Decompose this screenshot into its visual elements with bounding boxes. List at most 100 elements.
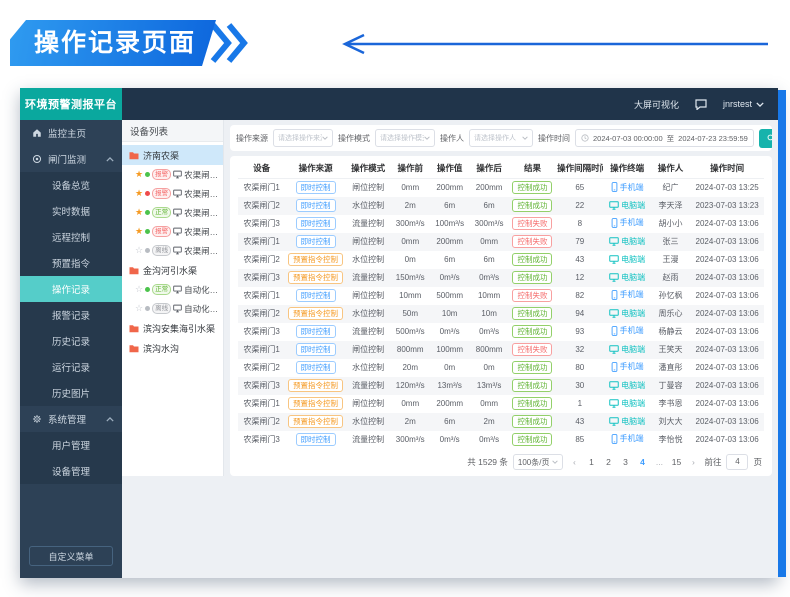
table-row[interactable]: 农渠闸门2预置指令控制水位控制2m6m2m控制成功43电脑端刘大大2024-07… <box>238 413 764 431</box>
sidebar-item-device-overview[interactable]: 设备总览 <box>20 172 122 198</box>
tree-device-auto-gate-1[interactable]: ☆正常自动化闸... <box>122 280 223 299</box>
page-4[interactable]: 4 <box>636 457 648 467</box>
user-menu[interactable]: jnrstest <box>723 99 764 109</box>
sidebar-item-remote-control[interactable]: 远程控制 <box>20 224 122 250</box>
cell-source: 即时控制 <box>285 215 345 233</box>
status-dot-gray <box>145 306 150 311</box>
table-row[interactable]: 农渠闸门1即时控制闸位控制800mm100mm800mm控制失败32电脑端王笑天… <box>238 341 764 359</box>
cell-after: 0m³/s <box>469 323 508 341</box>
terminal-label: 电脑端 <box>621 380 645 391</box>
page-3[interactable]: 3 <box>619 457 631 467</box>
page-size-select[interactable]: 100条/页 <box>513 454 564 470</box>
cell-interval: 43 <box>556 413 603 431</box>
cell-interval: 30 <box>556 377 603 395</box>
tree-group-bingou-ditch[interactable]: 滨沟水沟 <box>122 338 223 358</box>
table-row[interactable]: 农渠闸门1预置指令控制闸位控制0mm200mm0mm控制成功1电脑端李书恩202… <box>238 395 764 413</box>
page-2[interactable]: 2 <box>602 457 614 467</box>
chevron-down-icon <box>322 136 328 140</box>
cell-source: 预置指令控制 <box>285 395 345 413</box>
operator-select[interactable]: 请选择操作人 <box>469 129 533 147</box>
cell-device: 农渠闸门3 <box>238 431 285 449</box>
result-badge: 控制失败 <box>512 343 552 356</box>
sidebar-item-realtime-data[interactable]: 实时数据 <box>20 198 122 224</box>
sidebar-item-label: 实时数据 <box>52 204 90 218</box>
source-badge: 预置指令控制 <box>288 397 343 410</box>
source-select[interactable]: 请选择操作来源 <box>273 129 333 147</box>
cell-time: 2024-07-03 13:06 <box>690 377 764 395</box>
tree-device-gate-4[interactable]: ★报警农渠闸门4 <box>122 222 223 241</box>
goto-page-input[interactable]: 4 <box>726 454 748 470</box>
next-page-button[interactable]: › <box>687 457 699 467</box>
prev-page-button[interactable]: ‹ <box>568 457 580 467</box>
sidebar-item-history-image[interactable]: 历史图片 <box>20 380 122 406</box>
table-row[interactable]: 农渠闸门3即时控制流量控制300m³/s0m³/s0m³/s控制成功85手机端李… <box>238 431 764 449</box>
table-row[interactable]: 农渠闸门1即时控制闸位控制0mm200mm0mm控制失败79电脑端张三2024-… <box>238 233 764 251</box>
source-badge: 即时控制 <box>296 217 336 230</box>
cell-device: 农渠闸门1 <box>238 287 285 305</box>
tree-group-jinan-canal[interactable]: 济南农渠 <box>122 145 223 165</box>
sidebar-item-run-record[interactable]: 运行记录 <box>20 354 122 380</box>
table-row[interactable]: 农渠闸门2预置指令控制水位控制50m10m10m控制成功94电脑端周乐心2024… <box>238 305 764 323</box>
sidebar-item-preset-command[interactable]: 预置指令 <box>20 250 122 276</box>
mode-select[interactable]: 请选择操作模式 <box>375 129 435 147</box>
table-row[interactable]: 农渠闸门2预置指令控制水位控制0m6m6m控制成功43电脑端王漫2024-07-… <box>238 251 764 269</box>
cell-mode: 闸位控制 <box>346 287 391 305</box>
tree-device-gate-3[interactable]: ★正常农渠闸门3 <box>122 203 223 222</box>
table-row[interactable]: 农渠闸门3即时控制流量控制300m³/s100m³/s300m³/s控制失败8手… <box>238 215 764 233</box>
pc-icon <box>609 201 619 210</box>
table-row[interactable]: 农渠闸门3即时控制流量控制500m³/s0m³/s0m³/s控制成功93手机端杨… <box>238 323 764 341</box>
caret-up-icon <box>106 157 114 162</box>
tree-device-gate-1[interactable]: ★报警农渠闸门1 <box>122 165 223 184</box>
message-icon[interactable] <box>695 99 707 110</box>
cell-device: 农渠闸门2 <box>238 413 285 431</box>
cell-value: 0m <box>430 359 469 377</box>
table-row[interactable]: 农渠闸门1即时控制闸位控制0mm200mm200mm控制成功65手机端纪广202… <box>238 179 764 197</box>
status-dot-green <box>145 172 150 177</box>
cell-terminal: 手机端 <box>603 179 650 197</box>
cell-mode: 水位控制 <box>346 197 391 215</box>
column-header-5: 操作后 <box>469 158 508 179</box>
tree-device-auto-gate-2[interactable]: ☆离线自动化闸... <box>122 299 223 318</box>
sidebar-item-alarm-record[interactable]: 报警记录 <box>20 302 122 328</box>
sidebar-item-system-management[interactable]: 系统管理 <box>20 406 122 432</box>
cell-terminal: 电脑端 <box>603 197 650 215</box>
sidebar-item-device-management[interactable]: 设备管理 <box>20 458 122 484</box>
sidebar-item-history-record[interactable]: 历史记录 <box>20 328 122 354</box>
table-row[interactable]: 农渠闸门2即时控制水位控制20m0m0m控制成功80手机端潘直彤2024-07-… <box>238 359 764 377</box>
pc-icon <box>609 345 619 354</box>
source-badge: 即时控制 <box>296 361 336 374</box>
page-15[interactable]: 15 <box>670 457 682 467</box>
cell-mode: 闸位控制 <box>346 233 391 251</box>
result-badge: 控制成功 <box>512 415 552 428</box>
sidebar-item-monitor-home[interactable]: 监控主页 <box>20 120 122 146</box>
cell-device: 农渠闸门3 <box>238 323 285 341</box>
folder-icon <box>129 344 139 353</box>
star-filled-icon: ★ <box>135 208 143 217</box>
table-row[interactable]: 农渠闸门1即时控制闸位控制10mm500mm10mm控制失败82手机端孙忆枫20… <box>238 287 764 305</box>
cell-before: 150m³/s <box>391 269 430 287</box>
tree-group-jingou-river[interactable]: 金沟河引水渠 <box>122 260 223 280</box>
phone-icon <box>611 362 618 372</box>
chevron-down-icon <box>552 460 558 464</box>
star-outline-icon: ☆ <box>135 285 143 294</box>
search-button[interactable]: 搜索 <box>759 129 772 148</box>
time-range-picker[interactable]: 2024-07-03 00:00:00 至 2024-07-23 23:59:5… <box>575 129 754 147</box>
sidebar-item-user-management[interactable]: 用户管理 <box>20 432 122 458</box>
cell-before: 300m³/s <box>391 431 430 449</box>
cell-value: 13m³/s <box>430 377 469 395</box>
cell-source: 预置指令控制 <box>285 305 345 323</box>
tree-group-bingou-anjihai[interactable]: 滨沟安集海引水渠 <box>122 318 223 338</box>
cell-source: 即时控制 <box>285 287 345 305</box>
tree-device-gate-2[interactable]: ★报警农渠闸门2 <box>122 184 223 203</box>
sidebar-item-operation-record[interactable]: 操作记录 <box>20 276 122 302</box>
tree-device-gate-5[interactable]: ☆离线农渠闸门5 <box>122 241 223 260</box>
sidebar-item-gate-monitoring[interactable]: 闸门监测 <box>20 146 122 172</box>
custom-menu-button[interactable]: 自定义菜单 <box>29 546 113 566</box>
visualization-link[interactable]: 大屏可视化 <box>634 98 679 111</box>
table-row[interactable]: 农渠闸门2即时控制水位控制2m6m6m控制成功22电脑端李天泽2023-07-0… <box>238 197 764 215</box>
table-row[interactable]: 农渠闸门3预置指令控制流量控制120m³/s13m³/s13m³/s控制成功30… <box>238 377 764 395</box>
table-row[interactable]: 农渠闸门3预置指令控制流量控制150m³/s0m³/s0m³/s控制成功12电脑… <box>238 269 764 287</box>
cell-terminal: 电脑端 <box>603 251 650 269</box>
page-1[interactable]: 1 <box>585 457 597 467</box>
cell-source: 预置指令控制 <box>285 251 345 269</box>
